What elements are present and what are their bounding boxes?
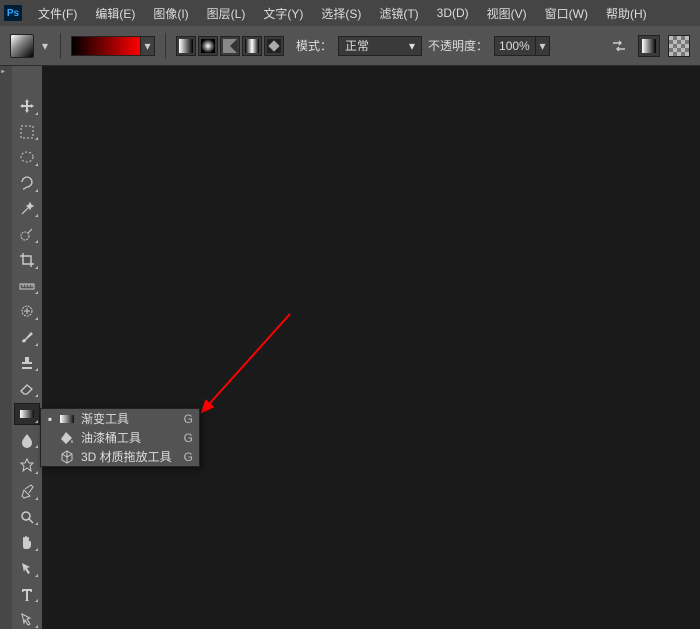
opacity-input[interactable]: 100% [494, 36, 536, 56]
active-tool-preset-button[interactable] [10, 34, 34, 58]
radial-gradient-button[interactable] [198, 36, 218, 56]
rectangular-marquee-tool[interactable] [15, 122, 39, 142]
tool-preset-dropdown[interactable]: ▾ [40, 36, 50, 56]
opacity-label: 不透明度： [428, 37, 488, 54]
flyout-item-0[interactable]: ▪ 渐变工具 G [41, 409, 199, 428]
gradient-picker-dropdown[interactable]: ▾ [141, 36, 155, 56]
eraser-tool[interactable] [15, 378, 39, 398]
blend-mode-select[interactable]: 正常 ▾ [338, 36, 422, 56]
pen-tool[interactable] [15, 481, 39, 501]
flyout-item-label: 油漆桶工具 [81, 429, 178, 446]
reverse-gradient-icon[interactable] [608, 35, 630, 57]
direct-selection-tool[interactable] [15, 609, 39, 629]
path-selection-tool[interactable] [15, 558, 39, 578]
lasso-tool[interactable] [15, 173, 39, 193]
panel-collapse-gutter[interactable] [0, 66, 12, 629]
tool-palette [12, 66, 42, 629]
3dmat-icon [59, 449, 75, 465]
blur-tool[interactable] [15, 430, 39, 450]
flyout-item-shortcut: G [184, 431, 193, 445]
chevron-down-icon: ▾ [409, 39, 415, 53]
move-tool[interactable] [15, 96, 39, 116]
flyout-item-1[interactable]: 油漆桶工具 G [41, 428, 199, 447]
mode-label: 模式： [296, 37, 332, 54]
hand-tool[interactable] [15, 532, 39, 552]
ruler-tool[interactable] [15, 276, 39, 296]
menu-filter[interactable]: 滤镜(T) [371, 1, 426, 26]
gradient-icon [59, 411, 75, 427]
flyout-item-label: 3D 材质拖放工具 [81, 448, 178, 465]
bucket-icon [59, 430, 75, 446]
divider [165, 33, 166, 59]
menu-layer[interactable]: 图层(L) [199, 1, 254, 26]
blend-mode-value: 正常 [345, 37, 369, 54]
elliptical-marquee-tool[interactable] [15, 147, 39, 167]
spot-healing-tool[interactable] [15, 301, 39, 321]
ps-logo: Ps [4, 5, 22, 21]
opacity-dropdown[interactable]: ▾ [536, 36, 550, 56]
gradient-preview[interactable] [71, 36, 141, 56]
menu-select[interactable]: 选择(S) [313, 1, 369, 26]
active-marker: ▪ [47, 412, 53, 426]
zoom-tool[interactable] [15, 507, 39, 527]
document-canvas[interactable] [42, 66, 700, 629]
menu-view[interactable]: 视图(V) [479, 1, 535, 26]
gradient-tool-flyout: ▪ 渐变工具 G 油漆桶工具 G 3D 材质拖放工具 G [40, 408, 200, 467]
linear-gradient-button[interactable] [176, 36, 196, 56]
magic-wand-tool[interactable] [15, 199, 39, 219]
flyout-item-shortcut: G [184, 450, 193, 464]
menu-image[interactable]: 图像(I) [145, 1, 196, 26]
gradient-type-group [176, 36, 284, 56]
menu-help[interactable]: 帮助(H) [598, 1, 655, 26]
dither-icon[interactable] [638, 35, 660, 57]
quick-selection-tool[interactable] [15, 224, 39, 244]
dodge-tool[interactable] [15, 455, 39, 475]
menu-window[interactable]: 窗口(W) [537, 1, 596, 26]
transparency-icon[interactable] [668, 35, 690, 57]
menu-bar: Ps 文件(F) 编辑(E) 图像(I) 图层(L) 文字(Y) 选择(S) 滤… [0, 0, 700, 26]
flyout-item-shortcut: G [184, 412, 193, 426]
angle-gradient-button[interactable] [220, 36, 240, 56]
reflected-gradient-button[interactable] [242, 36, 262, 56]
clone-stamp-tool[interactable] [15, 353, 39, 373]
diamond-gradient-button[interactable] [264, 36, 284, 56]
menu-edit[interactable]: 编辑(E) [87, 1, 143, 26]
crop-tool[interactable] [15, 250, 39, 270]
menu-3d[interactable]: 3D(D) [429, 2, 477, 24]
flyout-item-2[interactable]: 3D 材质拖放工具 G [41, 447, 199, 466]
brush-tool[interactable] [15, 327, 39, 347]
workspace [0, 66, 700, 629]
divider [60, 33, 61, 59]
menu-type[interactable]: 文字(Y) [255, 1, 311, 26]
options-bar: ▾ ▾ 模式： 正常 ▾ 不透明度： 100% ▾ [0, 26, 700, 66]
gradient-tool[interactable] [15, 404, 39, 424]
flyout-item-label: 渐变工具 [81, 410, 178, 427]
type-tool[interactable] [15, 584, 39, 604]
menu-file[interactable]: 文件(F) [30, 1, 85, 26]
